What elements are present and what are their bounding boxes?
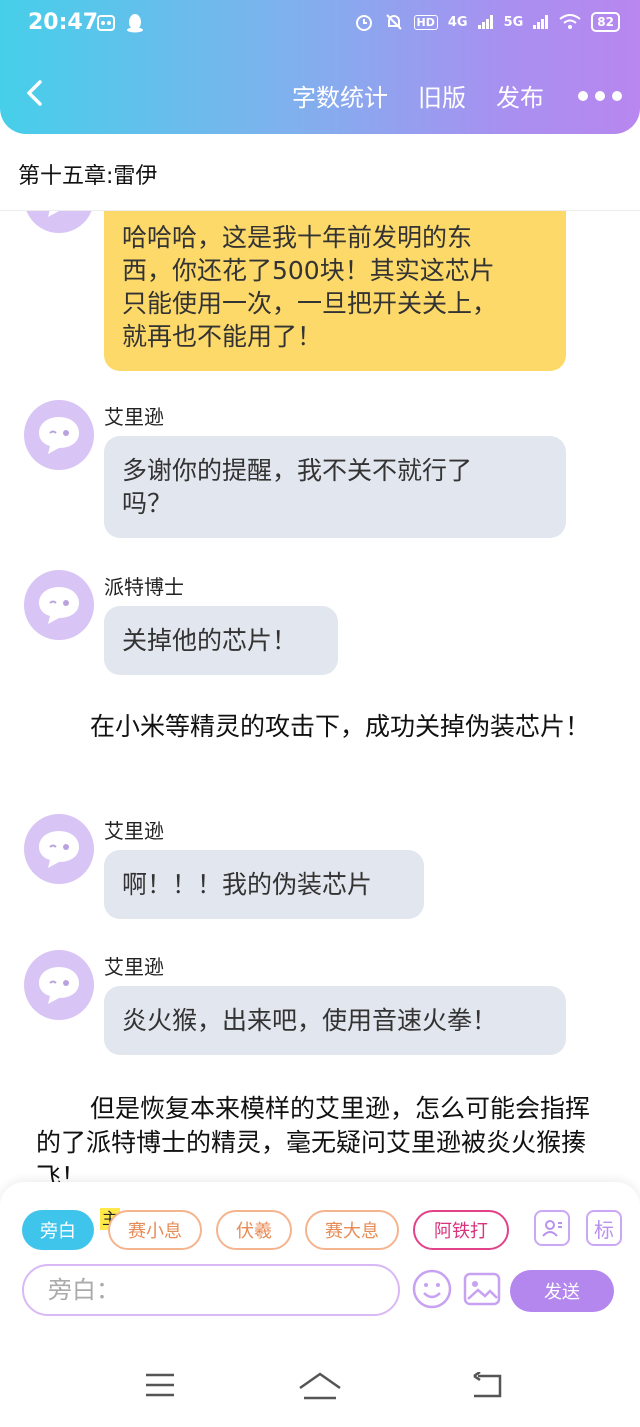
narration-text[interactable]: 但是恢复本来模样的艾里逊，怎么可能会指挥的了派特博士的精灵，毫无疑问艾里逊被炎火… [36,1092,610,1186]
send-button[interactable]: 发送 [510,1270,614,1312]
message-bubble[interactable]: 多谢你的提醒，我不关不就行了 吗？ [104,436,566,538]
old-version-button[interactable]: 旧版 [418,78,466,113]
chapter-title[interactable]: 第十五章:雷伊 [18,158,157,190]
chat-bubble-icon [39,587,79,624]
menu-icon[interactable] [144,1372,176,1398]
message-line: 炎火猴，出来吧，使用音速火拳！ [122,1006,498,1035]
speaker-name: 派特博士 [104,575,184,599]
signal-icon [477,15,493,29]
chat-area[interactable]: 哈哈哈，这是我十年前发明的东 西，你还花了500块！其实这芯片 只能使用一次，一… [0,211,640,1186]
speaker-name: 艾里逊 [104,955,164,979]
status-bar: 20:47 HD 4G 5G 82 [0,0,640,50]
chat-bubble-icon [39,417,79,454]
avatar[interactable] [24,400,94,470]
emoji-icon[interactable] [412,1269,452,1309]
alarm-icon [355,15,372,31]
message-line: 就再也不能用了！ [122,322,323,351]
avatar[interactable] [24,814,94,884]
role-chip-sai-daxi[interactable]: 赛大息 [305,1210,399,1250]
wifi-icon [559,14,581,29]
role-chip-a-tieda[interactable]: 阿铁打 [413,1210,509,1250]
message-line: 多谢你的提醒，我不关不就行了 [122,456,473,485]
image-icon[interactable] [462,1269,502,1309]
battery-indicator: 82 [591,12,620,32]
message-bubble[interactable]: 哈哈哈，这是我十年前发明的东 西，你还花了500块！其实这芯片 只能使用一次，一… [104,211,566,371]
narration-text[interactable]: 在小米等精灵的攻击下，成功关掉伪装芯片！ [36,710,610,744]
word-count-button[interactable]: 字数统计 [292,78,388,113]
mute-bell-icon [385,14,402,30]
publish-button[interactable]: 发布 [496,78,544,113]
message-bubble[interactable]: 啊！！！我的伪装芯片 [104,850,424,919]
speaker-name: 艾里逊 [104,819,164,843]
more-options-icon[interactable] [578,90,622,101]
label-icon[interactable]: 标 [586,1210,622,1246]
network-5g: 5G [503,14,524,30]
message-line: 只能使用一次，一旦把开关关上， [122,289,498,318]
narrator-chip[interactable]: 旁白 [22,1210,94,1250]
avatar[interactable] [24,950,94,1020]
back-icon[interactable] [470,1372,506,1400]
role-chip-fuxi[interactable]: 伏羲 [216,1210,292,1250]
chat-bubble-icon [48,211,59,217]
message-line: 关掉他的芯片！ [122,626,298,655]
app-bar: 字数统计 旧版 发布 [0,50,640,134]
network-4g: 4G [447,14,468,30]
status-time: 20:47 [28,10,99,35]
speaker-name: 艾里逊 [104,405,164,429]
back-arrow-icon[interactable] [20,78,50,108]
message-line: 啊！！！我的伪装芯片 [122,870,373,899]
hd-badge: HD [413,14,438,30]
role-chip-sai-xiaoxi[interactable]: 赛小息 [108,1210,202,1250]
message-line: 哈哈哈，这是我十年前发明的东 [122,223,473,252]
home-icon[interactable] [298,1372,342,1400]
chat-bubble-icon [39,967,79,1004]
message-bubble[interactable]: 炎火猴，出来吧，使用音速火拳！ [104,986,566,1055]
chat-bubble-icon [39,831,79,868]
narration-input[interactable]: 旁白： [22,1264,400,1316]
avatar[interactable] [24,211,94,233]
editor-toolbar: 旁白 主 赛小息 伏羲 赛大息 阿铁打 标 旁白： 发送 [0,1182,640,1322]
system-nav-bar [0,1322,640,1427]
message-line: 吗？ [122,489,173,518]
message-bubble[interactable]: 关掉他的芯片！ [104,606,338,675]
gallery-icon [97,15,115,31]
avatar[interactable] [24,570,94,640]
message-line: 西，你还花了500块！其实这芯片 [122,256,495,285]
header: 20:47 HD 4G 5G 82 字数统计 旧版 发布 [0,0,640,134]
signal-icon [533,15,549,29]
qq-icon [127,14,143,33]
role-manage-icon[interactable] [534,1210,570,1246]
